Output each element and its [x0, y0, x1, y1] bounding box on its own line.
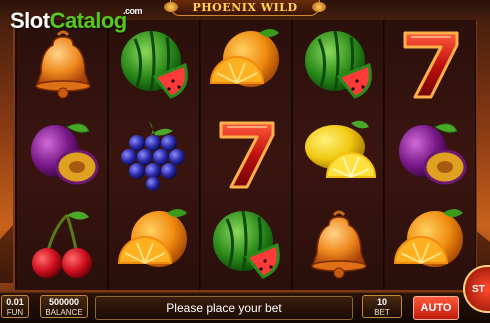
reel-2	[109, 20, 200, 290]
auto-button[interactable]: AUTO	[413, 296, 459, 320]
lemon-icon	[304, 120, 376, 178]
seven-icon	[403, 31, 458, 99]
symbol-cell	[17, 200, 108, 290]
watermark-dotcom: .com	[123, 6, 143, 16]
phoenix-wing-icon	[164, 2, 178, 12]
denomination-value: 0.01	[6, 297, 24, 307]
symbol-cell	[17, 110, 108, 200]
orange-icon	[117, 209, 187, 267]
watermark-catalog: Catalog	[49, 8, 128, 33]
plum-icon	[30, 123, 98, 185]
cherries-icon	[31, 211, 92, 278]
orange-icon	[393, 209, 463, 267]
reel-1	[17, 20, 108, 290]
balance-value: 500000	[48, 297, 80, 307]
symbol-cell	[109, 200, 200, 290]
seven-icon	[219, 121, 274, 189]
watermark-slot: Slot	[10, 8, 50, 33]
symbol-cell	[109, 110, 200, 200]
watermelon-icon	[304, 30, 372, 99]
symbol-cell	[293, 200, 384, 290]
grapes-icon	[120, 121, 185, 191]
game-title: PHOENIX WILD	[192, 1, 298, 14]
balance-label: BALANCE	[45, 308, 83, 317]
denomination-selector[interactable]: 0.01 FUN	[1, 295, 29, 318]
watermark-logo: SlotCatalog .com	[10, 6, 143, 34]
plum-icon	[398, 123, 466, 185]
symbol-cell	[385, 200, 476, 290]
symbol-cell	[385, 20, 476, 110]
symbol-cell	[293, 110, 384, 200]
reel-grid	[13, 20, 477, 290]
watermelon-icon	[120, 30, 188, 99]
bell-icon	[310, 210, 367, 279]
symbol-cell	[201, 20, 292, 110]
denomination-label: FUN	[6, 308, 24, 317]
phoenix-wing-icon	[312, 2, 326, 12]
bell-icon	[34, 30, 91, 99]
bet-label: BET	[374, 308, 390, 317]
bet-selector[interactable]: 10 BET	[362, 295, 402, 318]
bet-value: 10	[376, 297, 387, 307]
orange-icon	[209, 29, 279, 87]
bottom-bar: 0.01 FUN 500000 BALANCE Please place you…	[0, 292, 490, 323]
reel-5	[385, 20, 476, 290]
symbol-cell	[201, 110, 292, 200]
status-message: Please place your bet	[95, 296, 353, 320]
symbol-cell	[201, 200, 292, 290]
title-plate: PHOENIX WILD	[164, 0, 326, 16]
symbol-cell	[385, 110, 476, 200]
balance-display: 500000 BALANCE	[40, 295, 88, 318]
watermelon-icon	[212, 210, 280, 279]
symbol-cell	[293, 20, 384, 110]
reel-4	[293, 20, 384, 290]
reel-3	[201, 20, 292, 290]
